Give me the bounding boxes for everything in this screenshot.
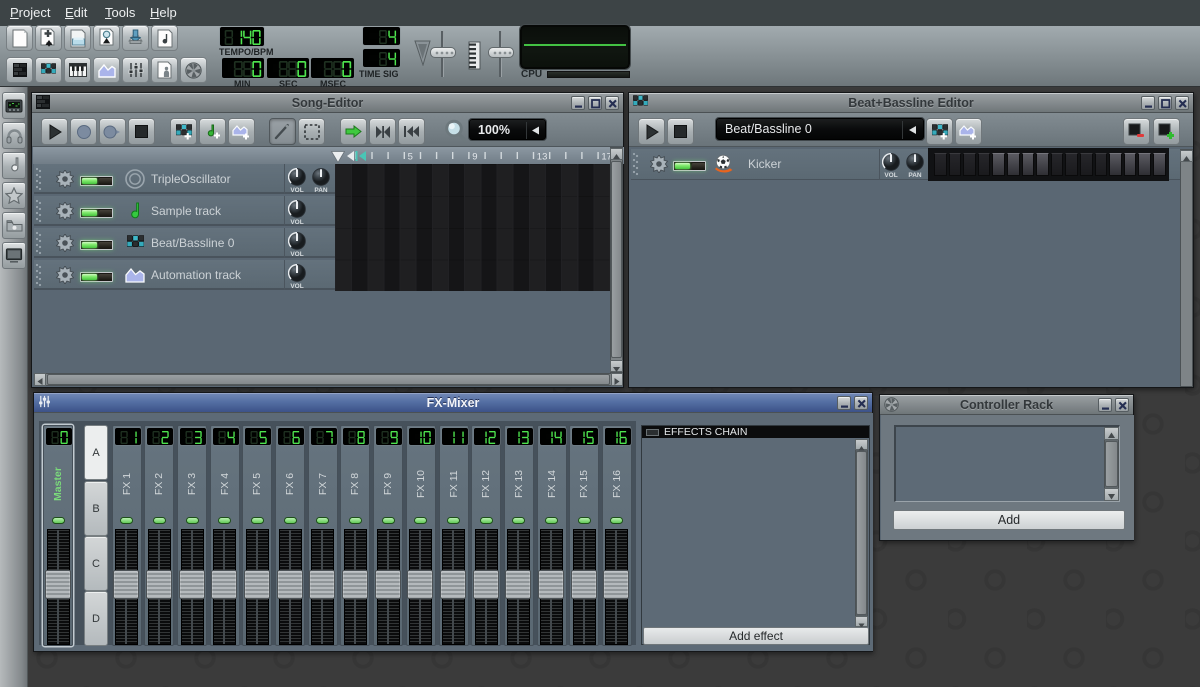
svg-text:5: 5	[408, 152, 413, 163]
svg-text:9: 9	[472, 152, 477, 163]
svg-text:13: 13	[537, 152, 548, 163]
